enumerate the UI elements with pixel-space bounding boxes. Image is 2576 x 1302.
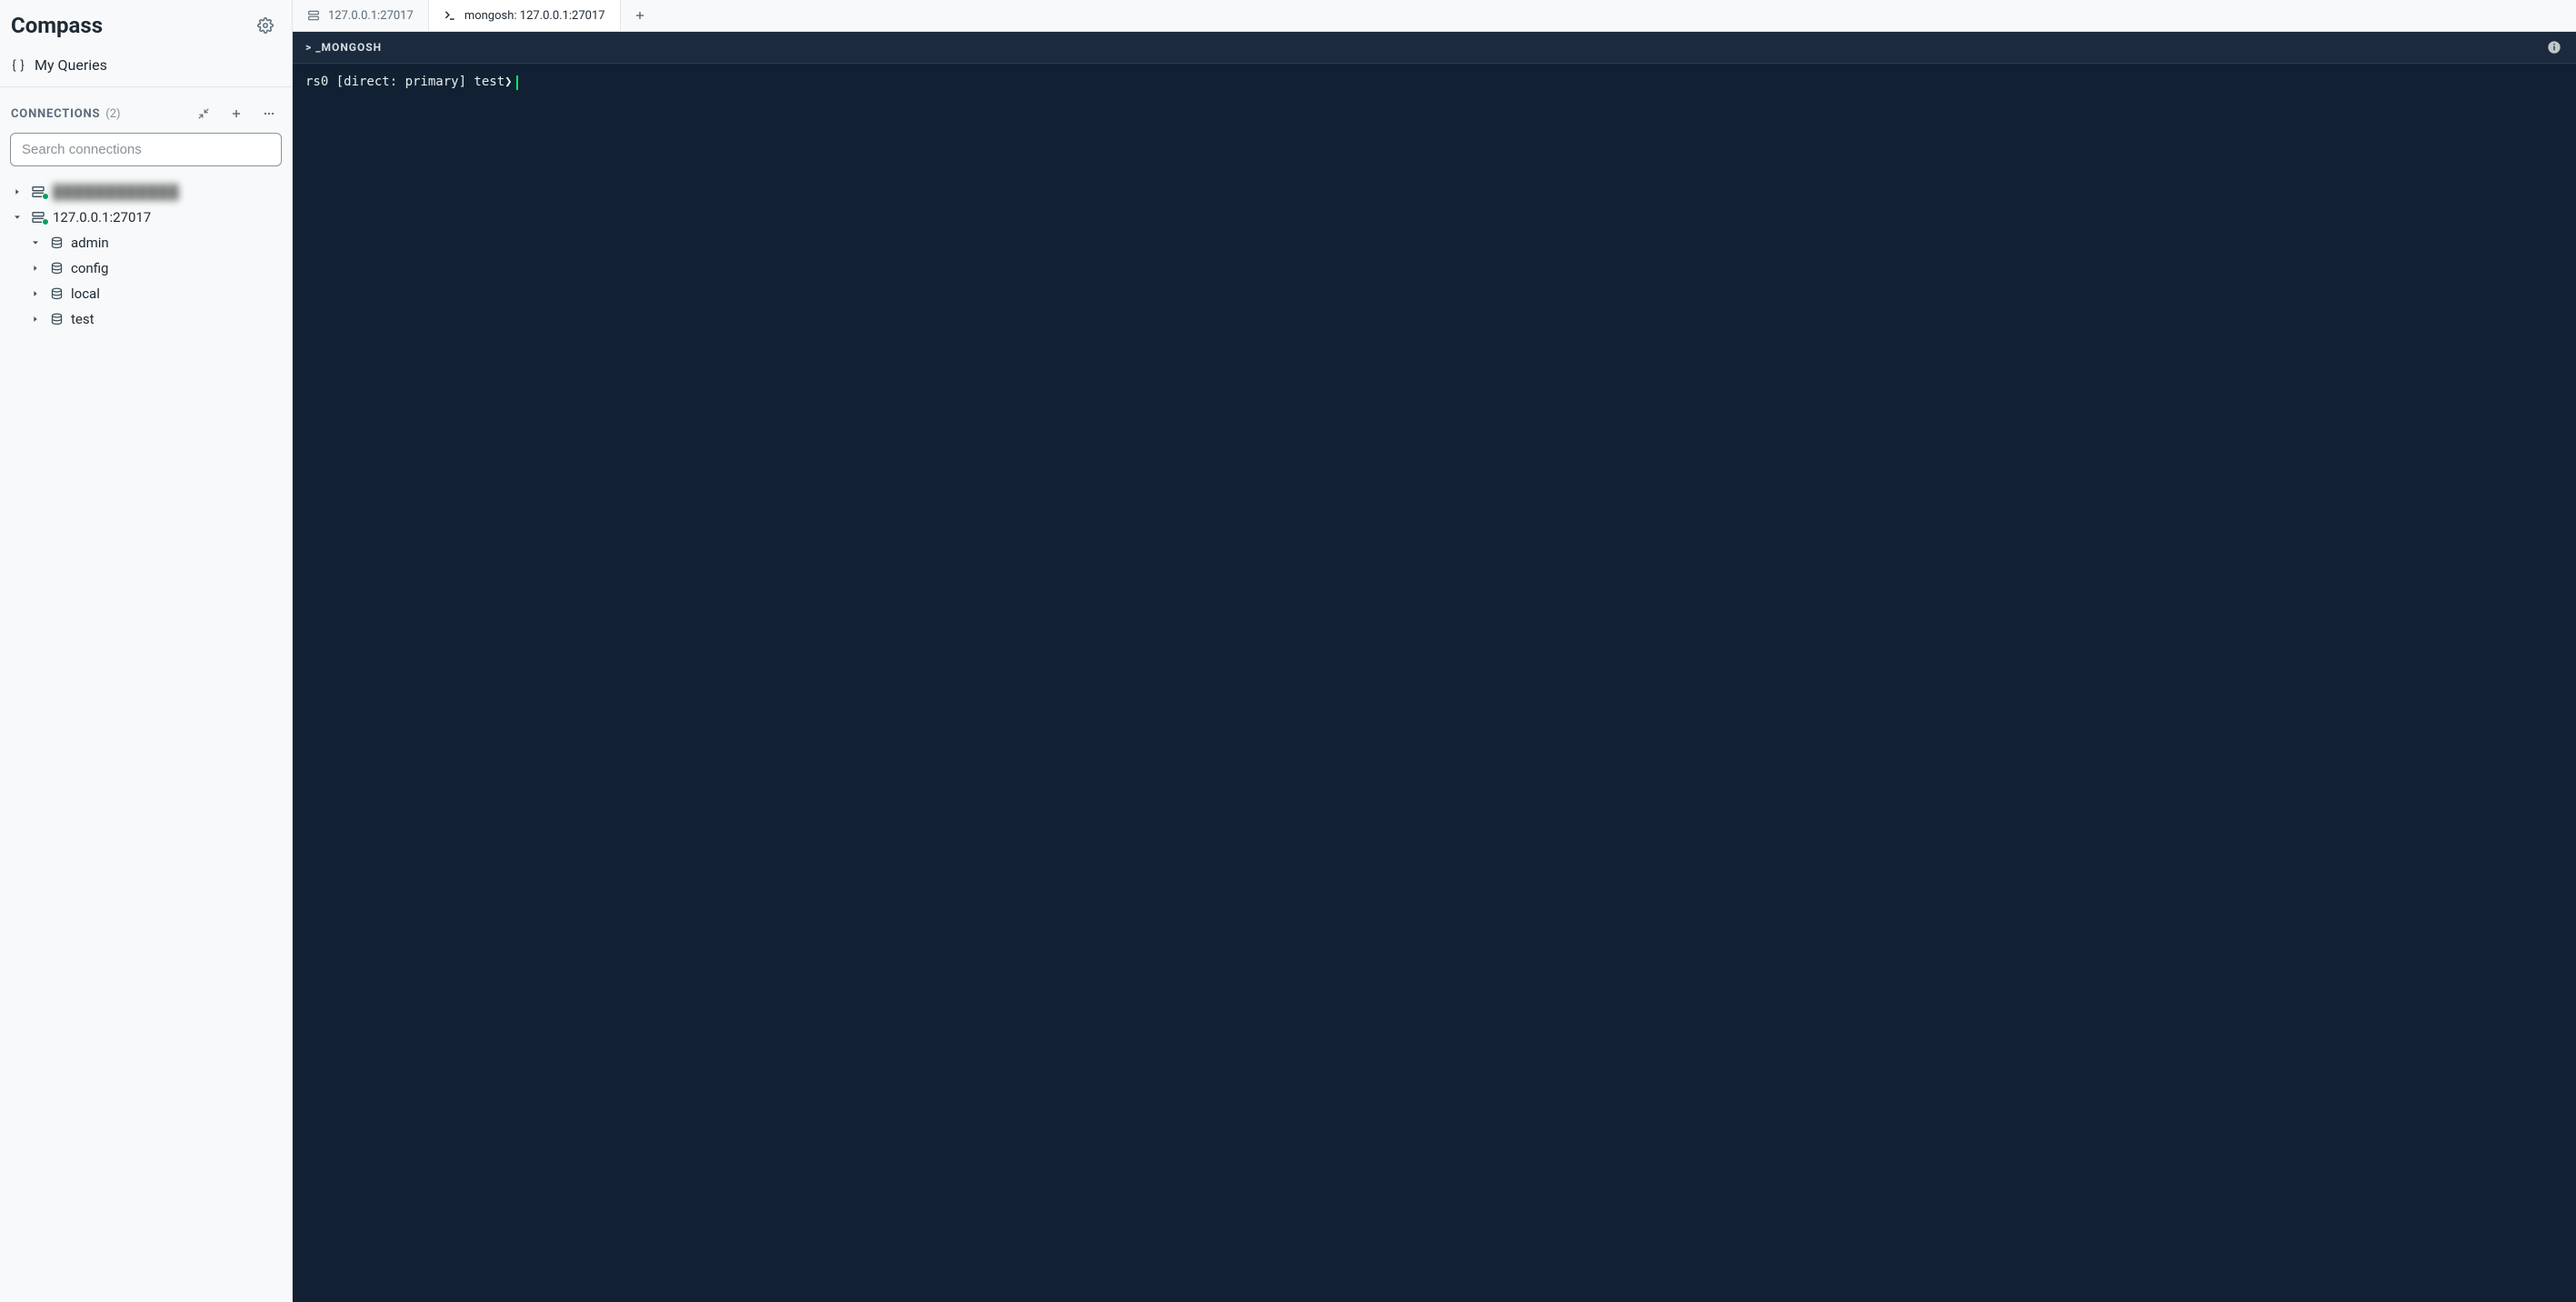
terminal-icon xyxy=(444,9,456,22)
app-title: Compass xyxy=(11,13,103,38)
mongosh-terminal[interactable]: rs0 [direct: primary] test❯ xyxy=(293,64,2576,1302)
connections-count: (2) xyxy=(105,107,120,121)
collapse-icon xyxy=(197,107,210,120)
info-icon xyxy=(2547,40,2561,55)
main-pane: 127.0.0.1:27017 mongosh: 127.0.0.1:27017… xyxy=(293,0,2576,1302)
connections-label: CONNECTIONS xyxy=(11,107,100,121)
chevron-right-icon xyxy=(13,187,24,196)
connections-header: CONNECTIONS (2) xyxy=(0,87,292,133)
status-dot-icon xyxy=(42,193,49,200)
connection-item[interactable]: ████████████ xyxy=(0,179,292,205)
terminal-cursor xyxy=(516,75,518,90)
plus-icon xyxy=(634,9,646,22)
database-item-local[interactable]: local xyxy=(0,281,292,306)
sidebar-header: Compass xyxy=(0,0,292,47)
tab-connection[interactable]: 127.0.0.1:27017 xyxy=(293,0,429,31)
tab-bar: 127.0.0.1:27017 mongosh: 127.0.0.1:27017 xyxy=(293,0,2576,32)
terminal-prompt: rs0 [direct: primary] test xyxy=(305,73,504,92)
terminal-prompt-line: rs0 [direct: primary] test❯ xyxy=(305,73,2563,92)
chevron-right-icon xyxy=(31,315,42,324)
collapse-all-button[interactable] xyxy=(194,104,214,124)
search-connections-input[interactable] xyxy=(10,133,282,166)
chevron-down-icon xyxy=(13,213,24,222)
database-item-admin[interactable]: admin xyxy=(0,230,292,255)
mongosh-info-button[interactable] xyxy=(2547,40,2561,55)
status-dot-icon xyxy=(42,218,49,225)
chevron-down-icon xyxy=(31,238,42,247)
add-connection-button[interactable] xyxy=(226,104,246,124)
database-icon xyxy=(47,287,65,301)
database-icon xyxy=(47,236,65,250)
ellipsis-icon xyxy=(263,107,275,120)
my-queries-nav[interactable]: My Queries xyxy=(0,47,292,87)
chevron-right-icon xyxy=(31,289,42,298)
database-icon xyxy=(47,262,65,275)
database-label: test xyxy=(71,311,95,327)
add-tab-button[interactable] xyxy=(621,0,659,31)
database-icon xyxy=(47,313,65,326)
database-item-test[interactable]: test xyxy=(0,306,292,332)
server-icon xyxy=(29,210,47,225)
connection-item[interactable]: 127.0.0.1:27017 xyxy=(0,205,292,230)
sidebar: Compass My Queries CONNECTIONS (2) xyxy=(0,0,293,1302)
server-icon xyxy=(29,185,47,199)
connection-label: 127.0.0.1:27017 xyxy=(53,209,151,225)
prompt-caret-icon: > xyxy=(305,41,312,54)
mongosh-header-label: _MONGOSH xyxy=(315,41,382,54)
database-label: local xyxy=(71,285,100,302)
gear-icon xyxy=(257,17,274,34)
prompt-symbol: ❯ xyxy=(504,73,512,92)
plus-icon xyxy=(230,107,243,120)
tab-mongosh[interactable]: mongosh: 127.0.0.1:27017 xyxy=(429,0,621,31)
connections-menu-button[interactable] xyxy=(259,104,279,124)
braces-icon xyxy=(11,58,25,73)
connection-tree: ████████████ 127.0.0.1:27017 xyxy=(0,175,292,336)
settings-button[interactable] xyxy=(255,15,275,35)
tab-label: 127.0.0.1:27017 xyxy=(328,9,414,23)
connection-label: ████████████ xyxy=(53,184,180,200)
server-icon xyxy=(307,9,320,22)
database-label: admin xyxy=(71,235,109,251)
chevron-right-icon xyxy=(31,264,42,273)
tab-label: mongosh: 127.0.0.1:27017 xyxy=(464,9,605,23)
database-item-config[interactable]: config xyxy=(0,255,292,281)
my-queries-label: My Queries xyxy=(35,56,107,74)
database-label: config xyxy=(71,260,108,276)
mongosh-header: > _MONGOSH xyxy=(293,32,2576,64)
